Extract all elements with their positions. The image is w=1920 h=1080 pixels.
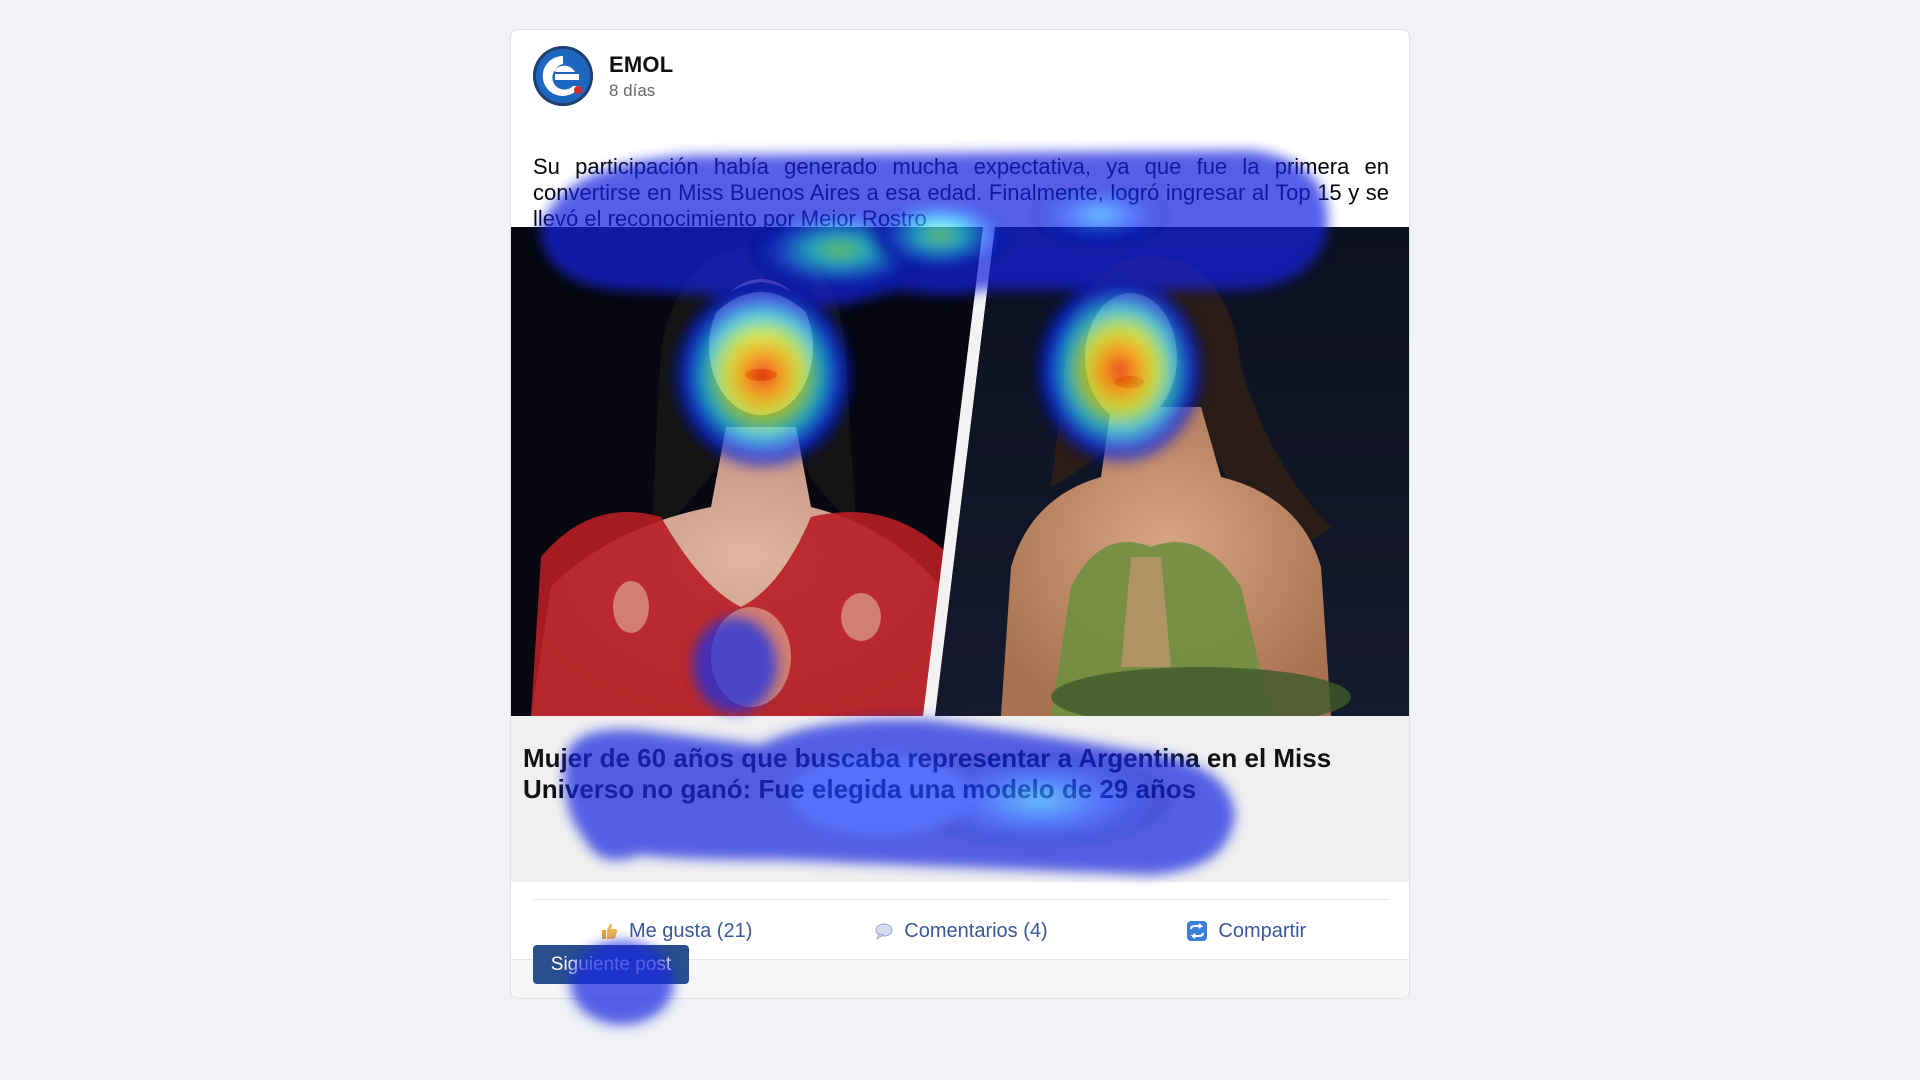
post-card: EMOL 8 días Su participación había gener… (510, 29, 1410, 999)
link-preview[interactable]: Mujer de 60 años que buscaba representar… (511, 716, 1409, 882)
comment-label: Comentarios (4) (904, 919, 1048, 942)
thumbs-up-icon (599, 921, 619, 941)
post-time: 8 días (609, 80, 656, 100)
share-label: Compartir (1218, 919, 1307, 942)
post-header: EMOL 8 días (533, 45, 673, 107)
emol-logo-icon[interactable] (533, 46, 593, 106)
link-preview-title[interactable]: Mujer de 60 años que buscaba representar… (523, 743, 1383, 805)
page: EMOL 8 días Su participación había gener… (0, 0, 1920, 1080)
share-button[interactable]: Compartir (1104, 900, 1389, 962)
next-post-button[interactable]: Siguiente post (533, 945, 689, 984)
share-arrows-icon (1186, 920, 1208, 942)
author-name[interactable]: EMOL (609, 52, 673, 78)
post-image[interactable] (511, 227, 1409, 716)
post-text: Su participación había generado mucha ex… (533, 154, 1389, 231)
like-label: Me gusta (21) (628, 919, 753, 942)
comment-button[interactable]: Comentarios (4) (818, 900, 1103, 962)
speech-bubble-icon (874, 921, 894, 941)
